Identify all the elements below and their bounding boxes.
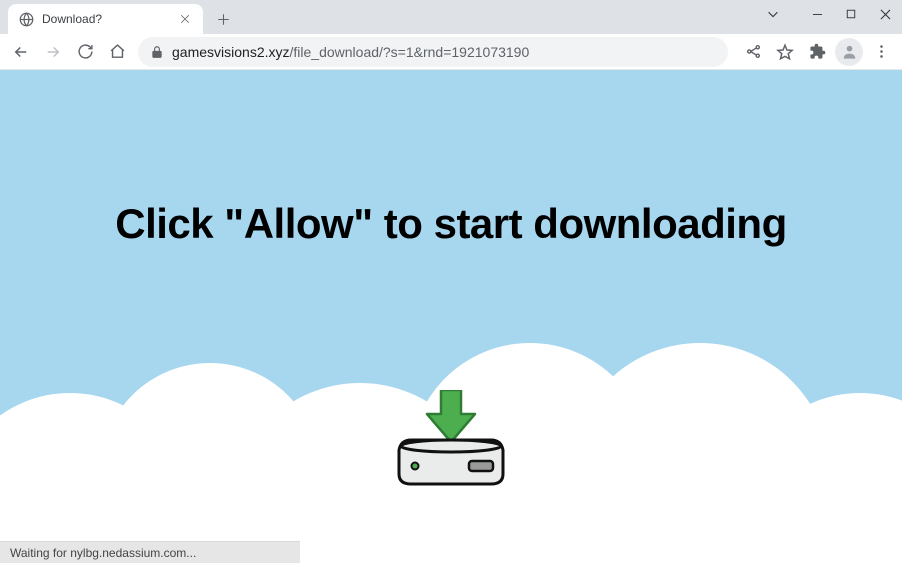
lock-icon [150, 45, 164, 59]
minimize-button[interactable] [800, 0, 834, 28]
forward-button[interactable] [38, 37, 68, 67]
download-illustration [391, 390, 511, 495]
url-text: gamesvisions2.xyz/file_download/?s=1&rnd… [172, 44, 529, 60]
toolbar: gamesvisions2.xyz/file_download/?s=1&rnd… [0, 34, 902, 70]
status-bar: Waiting for nylbg.nedassium.com... [0, 541, 300, 563]
tab-search-button[interactable] [756, 0, 790, 28]
menu-button[interactable] [866, 37, 896, 67]
tab-close-button[interactable] [177, 11, 193, 27]
back-button[interactable] [6, 37, 36, 67]
globe-icon [18, 11, 34, 27]
toolbar-right [734, 37, 896, 67]
page-headline: Click "Allow" to start downloading [0, 200, 902, 248]
status-text: Waiting for nylbg.nedassium.com... [10, 546, 196, 560]
arrow-down-icon [427, 390, 475, 442]
reload-button[interactable] [70, 37, 100, 67]
browser-window: Download? [0, 0, 902, 563]
tab-title: Download? [42, 12, 169, 26]
page-content: Click "Allow" to start downloading [0, 70, 902, 563]
url-path: /file_download/?s=1&rnd=1921073190 [290, 44, 530, 60]
share-button[interactable] [738, 37, 768, 67]
window-controls [756, 0, 902, 30]
new-tab-button[interactable] [209, 5, 237, 33]
titlebar: Download? [0, 0, 902, 34]
browser-tab[interactable]: Download? [8, 4, 203, 34]
extensions-button[interactable] [802, 37, 832, 67]
home-button[interactable] [102, 37, 132, 67]
person-icon [835, 38, 863, 66]
maximize-button[interactable] [834, 0, 868, 28]
hard-drive-icon [399, 440, 503, 484]
profile-button[interactable] [834, 37, 864, 67]
address-bar[interactable]: gamesvisions2.xyz/file_download/?s=1&rnd… [138, 37, 728, 67]
close-window-button[interactable] [868, 0, 902, 28]
url-host: gamesvisions2.xyz [172, 44, 290, 60]
bookmark-button[interactable] [770, 37, 800, 67]
